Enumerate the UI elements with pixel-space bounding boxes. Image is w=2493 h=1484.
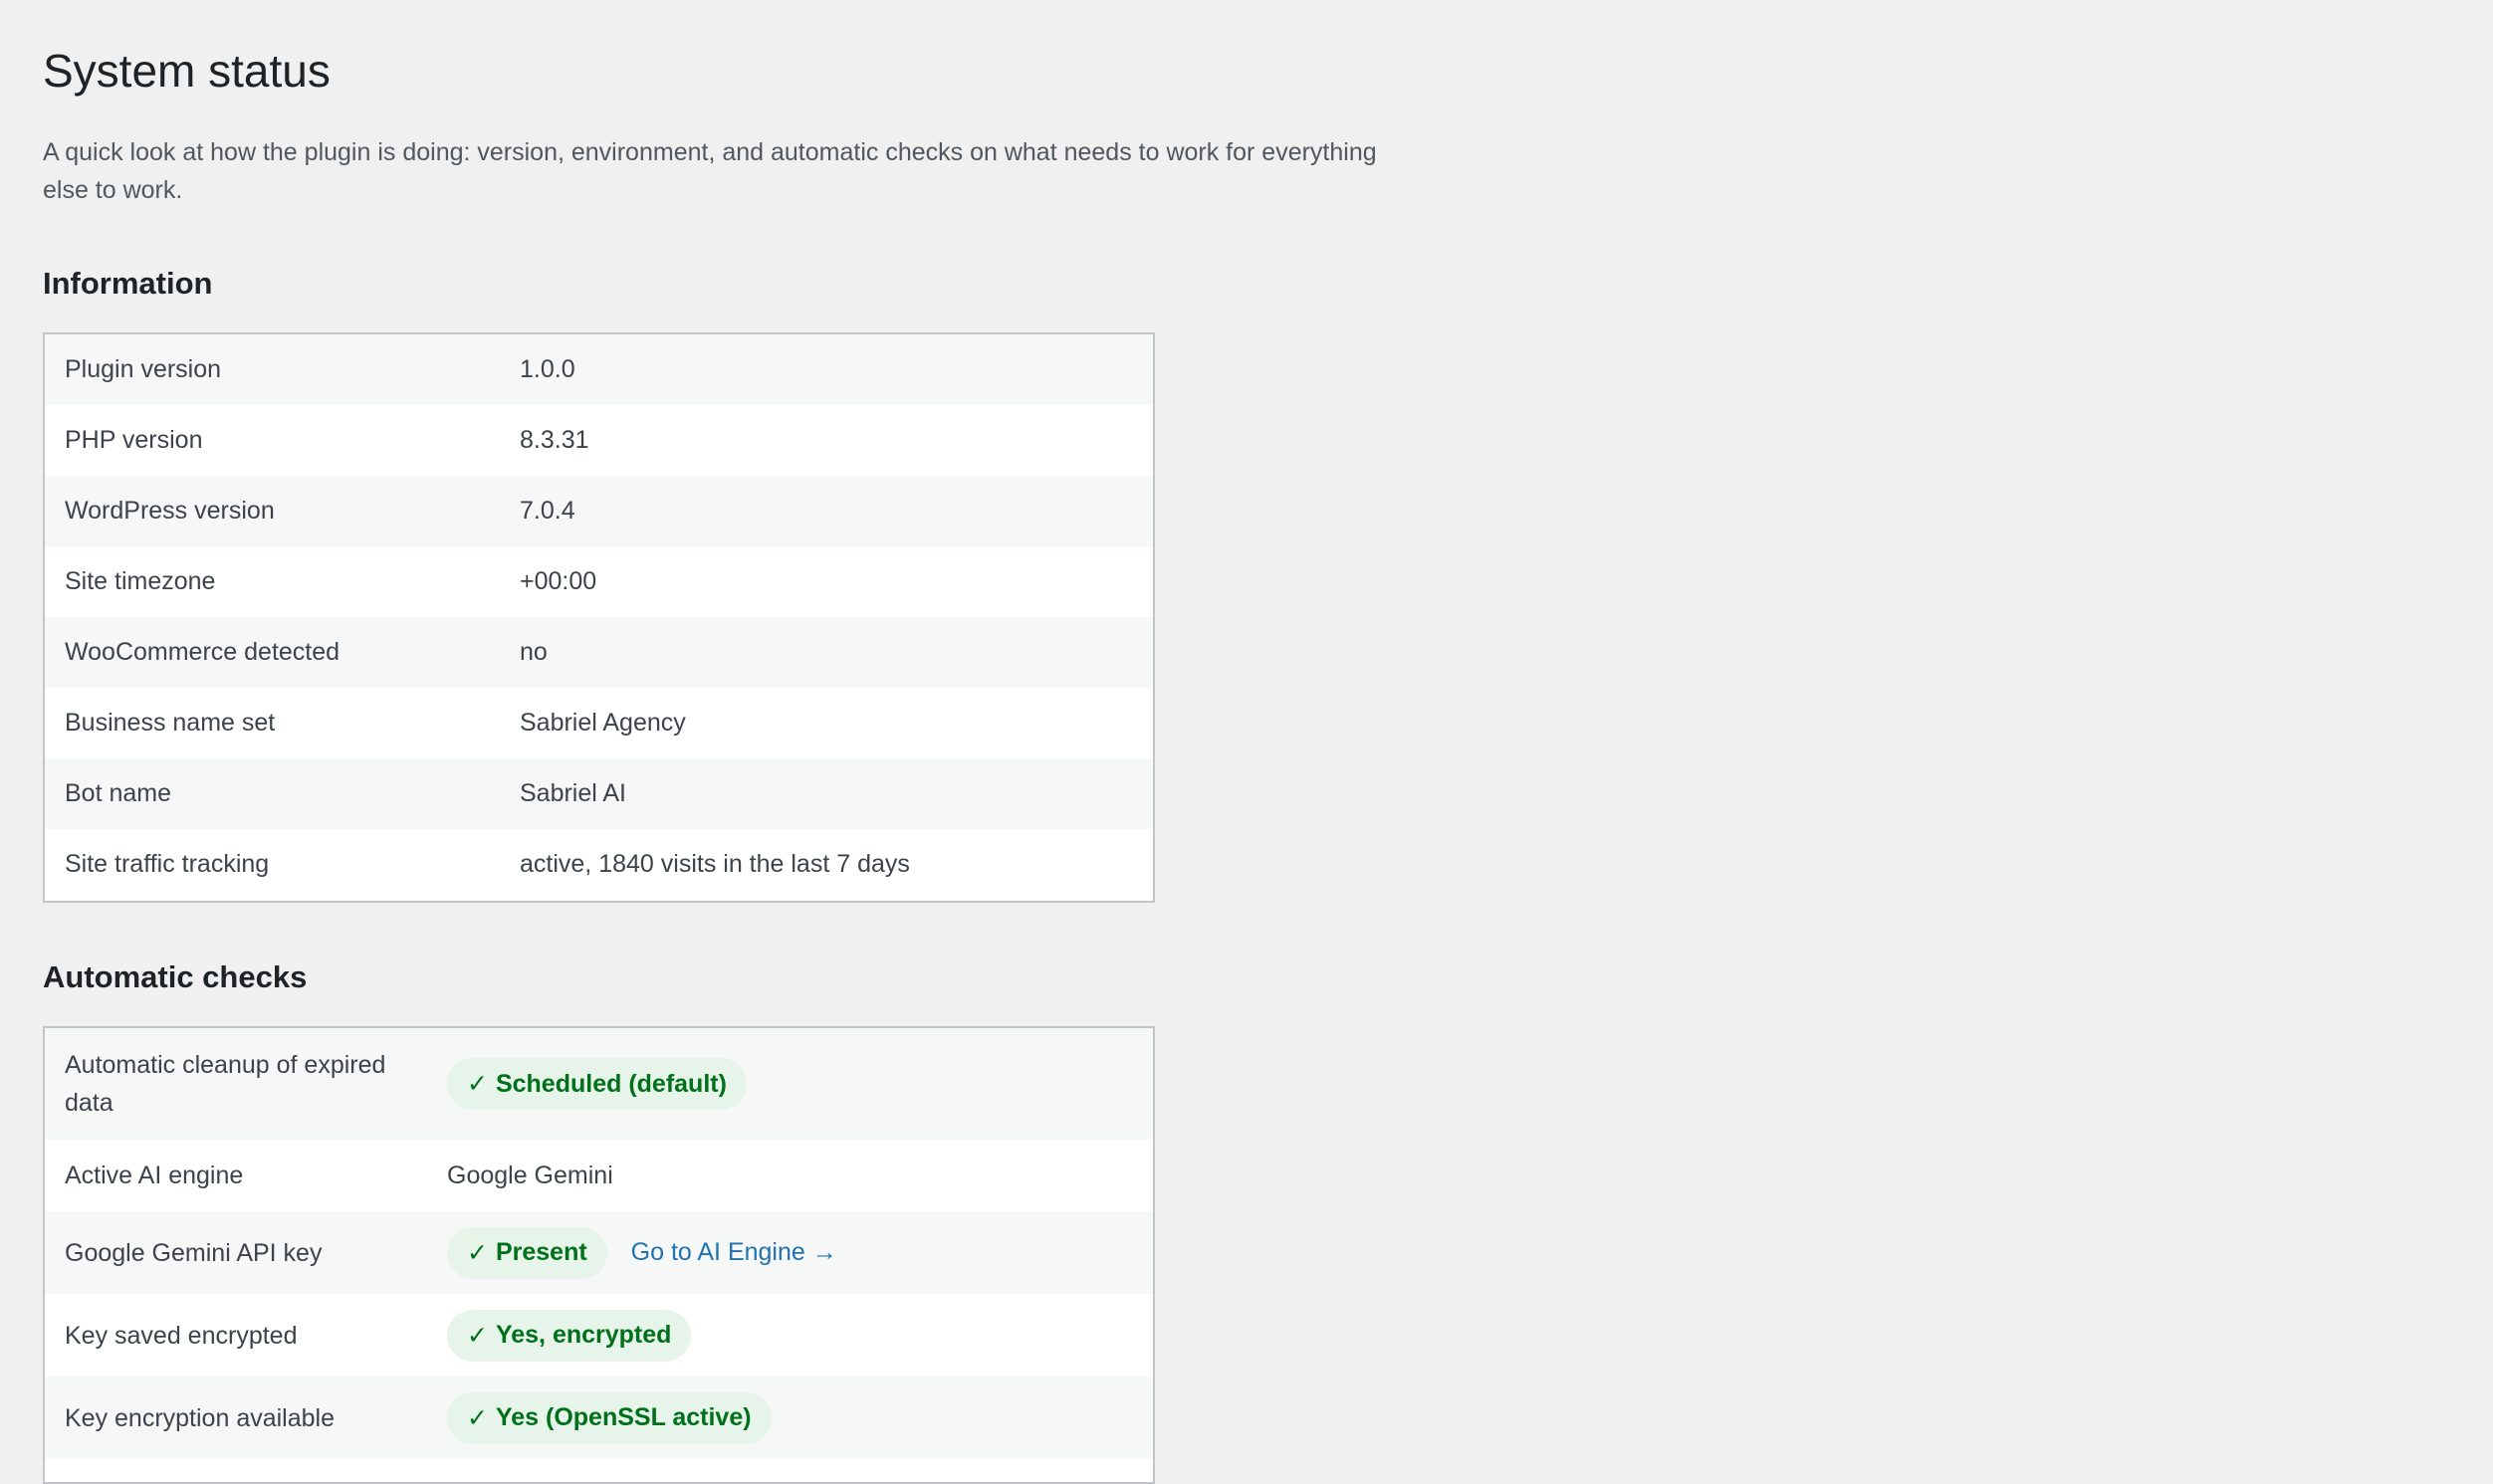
checks-table: Automatic cleanup of expired data ✓ Sche…: [43, 1026, 1155, 1484]
checkmark-icon: ✓: [467, 1321, 488, 1350]
checks-heading: Automatic checks: [43, 959, 308, 994]
check-row-encryption-available: Key encryption available ✓ Yes (OpenSSL …: [45, 1377, 1153, 1459]
info-value: 1.0.0: [520, 355, 575, 383]
info-value: Sabriel AI: [520, 779, 627, 807]
badge-text: Present: [495, 1238, 587, 1266]
check-row-ai-engine: Active AI engine Google Gemini: [45, 1140, 1153, 1211]
check-label: Active AI engine: [65, 1162, 244, 1189]
info-row-traffic-tracking: Site traffic tracking active, 1840 visit…: [45, 829, 1153, 900]
info-row-php-version: PHP version 8.3.31: [45, 405, 1153, 476]
info-label: PHP version: [65, 426, 203, 454]
status-badge: ✓ Present: [447, 1226, 607, 1279]
page-title: System status: [43, 45, 331, 97]
check-value: ✓ Scheduled (default): [447, 1058, 1153, 1110]
info-value: 7.0.4: [520, 497, 575, 525]
check-value: Google Gemini: [447, 1161, 613, 1189]
badge-text: Yes, encrypted: [495, 1321, 672, 1349]
status-badge: ✓ Scheduled (default): [447, 1058, 747, 1110]
badge-text: Scheduled (default): [495, 1069, 727, 1098]
info-row-plugin-version: Plugin version 1.0.0: [45, 334, 1153, 405]
check-label: Key saved encrypted: [65, 1321, 298, 1350]
check-value: ✓ Yes (OpenSSL active): [447, 1391, 1153, 1444]
info-label: Plugin version: [65, 355, 222, 383]
info-row-business-name: Business name set Sabriel Agency: [45, 688, 1153, 758]
info-label: Bot name: [65, 779, 172, 807]
info-value: Sabriel Agency: [520, 709, 686, 737]
check-row-key-encrypted: Key saved encrypted ✓ Yes, encrypted: [45, 1294, 1153, 1377]
check-label: Google Gemini API key: [65, 1238, 323, 1267]
status-badge: ✓ Yes (OpenSSL active): [447, 1391, 772, 1444]
page-intro: A quick look at how the plugin is doing:…: [43, 138, 1377, 204]
info-row-wordpress-version: WordPress version 7.0.4: [45, 476, 1153, 546]
checkmark-icon: ✓: [467, 1403, 488, 1432]
info-label: WordPress version: [65, 497, 275, 525]
check-value: ✓ Present Go to AI Engine →: [447, 1226, 1153, 1279]
checkmark-icon: ✓: [467, 1070, 488, 1098]
info-row-woocommerce: WooCommerce detected no: [45, 617, 1153, 688]
information-table: Plugin version 1.0.0 PHP version 8.3.31 …: [43, 332, 1155, 903]
info-row-site-timezone: Site timezone +00:00: [45, 546, 1153, 617]
check-row-api-key: Google Gemini API key ✓ Present Go to AI…: [45, 1211, 1153, 1294]
info-value: active, 1840 visits in the last 7 days: [520, 850, 910, 878]
check-label: Key encryption available: [65, 1403, 335, 1432]
info-value: no: [520, 638, 548, 666]
checkmark-icon: ✓: [467, 1238, 488, 1267]
info-label: Site timezone: [65, 567, 216, 595]
go-to-ai-engine-link[interactable]: Go to AI Engine →: [631, 1238, 837, 1267]
info-label: Site traffic tracking: [65, 850, 270, 878]
info-label: WooCommerce detected: [65, 638, 340, 666]
status-badge: ✓ Yes, encrypted: [447, 1309, 692, 1362]
check-row-cleanup: Automatic cleanup of expired data ✓ Sche…: [45, 1028, 1153, 1140]
info-label: Business name set: [65, 709, 276, 737]
info-row-bot-name: Bot name Sabriel AI: [45, 758, 1153, 829]
check-label: Automatic cleanup of expired data: [65, 1051, 386, 1117]
info-value: 8.3.31: [520, 426, 589, 454]
badge-text: Yes (OpenSSL active): [495, 1403, 752, 1431]
info-value: +00:00: [520, 567, 597, 595]
information-heading: Information: [43, 266, 213, 301]
check-value: ✓ Yes, encrypted: [447, 1309, 1153, 1362]
